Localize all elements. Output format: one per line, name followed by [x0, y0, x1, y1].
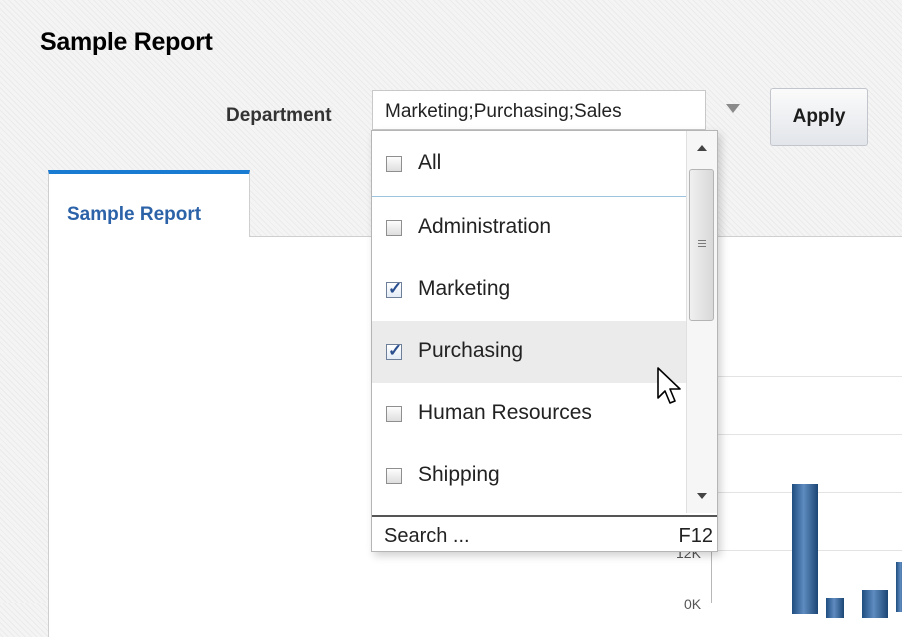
- chart-bar: [792, 484, 818, 614]
- option-human-resources[interactable]: Human Resources: [372, 383, 686, 445]
- chart-bar: [862, 590, 888, 618]
- check-icon: ✓: [388, 279, 403, 298]
- tab-sample-report[interactable]: Sample Report: [48, 170, 250, 237]
- grip-line: [698, 243, 706, 244]
- checkbox-marketing[interactable]: ✓: [386, 279, 403, 298]
- option-marketing[interactable]: ✓ Marketing: [372, 259, 686, 321]
- dropdown-scrollbar[interactable]: [686, 131, 717, 513]
- checkbox-human-resources[interactable]: [386, 406, 402, 422]
- gridline: [712, 376, 902, 377]
- gridline: [712, 434, 902, 435]
- option-label-shipping: Shipping: [418, 463, 500, 486]
- grip-line: [698, 246, 706, 247]
- option-label-purchasing: Purchasing: [418, 339, 524, 362]
- chart-bar: [826, 598, 844, 618]
- scroll-down-icon[interactable]: [697, 493, 707, 499]
- tab-label: Sample Report: [67, 204, 202, 225]
- option-label-all: All: [418, 151, 442, 174]
- option-administration[interactable]: Administration: [372, 197, 686, 259]
- mouse-cursor-icon: [657, 367, 681, 404]
- y-tick-label: 0K: [684, 596, 702, 612]
- checkbox-administration[interactable]: [386, 220, 402, 236]
- search-label: Search ...: [384, 525, 470, 547]
- grip-line: [698, 240, 706, 241]
- search-option[interactable]: Search ... F12: [372, 515, 717, 551]
- scroll-up-icon[interactable]: [697, 145, 707, 151]
- option-label-human-resources: Human Resources: [418, 401, 592, 424]
- option-label-administration: Administration: [418, 215, 552, 238]
- search-shortcut: F12: [678, 525, 713, 547]
- checkbox-purchasing[interactable]: ✓: [386, 341, 403, 360]
- option-label-marketing: Marketing: [418, 277, 511, 300]
- option-all[interactable]: All: [372, 131, 686, 197]
- checkbox-all[interactable]: [386, 156, 402, 172]
- department-dropdown-list: All Administration ✓ Marketing ✓ Purchas…: [371, 130, 718, 552]
- scroll-thumb[interactable]: [689, 169, 714, 321]
- check-icon: ✓: [388, 341, 403, 360]
- option-purchasing[interactable]: ✓ Purchasing: [372, 321, 686, 383]
- option-shipping[interactable]: Shipping: [372, 445, 686, 507]
- checkbox-shipping[interactable]: [386, 468, 402, 484]
- chart-bar: [896, 562, 902, 612]
